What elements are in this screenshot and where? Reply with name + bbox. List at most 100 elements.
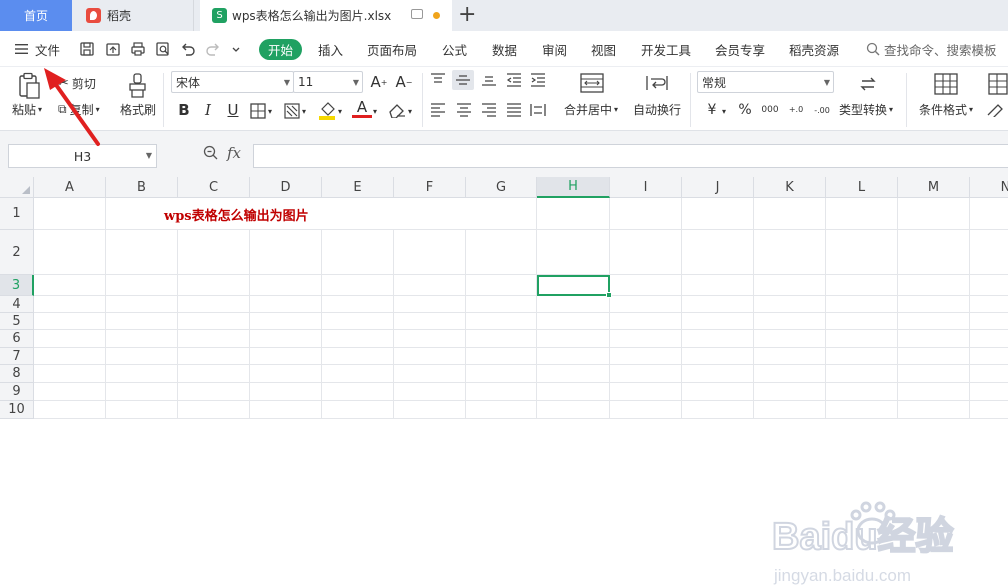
font-decrease-icon[interactable]: A − [394, 72, 414, 92]
cell-b5[interactable] [106, 313, 178, 330]
row-header-3[interactable]: 3 [0, 275, 34, 296]
cell-j3[interactable] [682, 275, 754, 296]
underline-icon[interactable]: U [223, 100, 243, 120]
column-header-k[interactable]: K [754, 177, 826, 198]
cell-d2[interactable] [250, 230, 322, 275]
cell-a2[interactable] [34, 230, 106, 275]
cell-j9[interactable] [682, 383, 754, 401]
cell-n4[interactable] [970, 296, 1008, 313]
cell-c9[interactable] [178, 383, 250, 401]
cell-k8[interactable] [754, 365, 826, 383]
cell-f10[interactable] [394, 401, 466, 419]
cell-e3[interactable] [322, 275, 394, 296]
tab-document[interactable]: S wps表格怎么输出为图片.xlsx [200, 0, 452, 31]
cell-j8[interactable] [682, 365, 754, 383]
indent-increase-icon[interactable] [530, 73, 546, 87]
tab-home[interactable]: 首页 [0, 0, 72, 31]
cell-h9[interactable] [537, 383, 610, 401]
cell-a1[interactable] [34, 198, 106, 230]
cell-b10[interactable] [106, 401, 178, 419]
cell-l7[interactable] [826, 348, 898, 365]
align-right-icon[interactable] [481, 103, 497, 117]
tab-start[interactable]: 开始 [259, 39, 302, 60]
cell-c5[interactable] [178, 313, 250, 330]
cell-k10[interactable] [754, 401, 826, 419]
cell-d9[interactable] [250, 383, 322, 401]
justify-icon[interactable] [506, 103, 522, 117]
cell-n9[interactable] [970, 383, 1008, 401]
cell-j1[interactable] [682, 198, 754, 230]
cell-b7[interactable] [106, 348, 178, 365]
cell-g10[interactable] [466, 401, 537, 419]
cell-f8[interactable] [394, 365, 466, 383]
cell-n2[interactable] [970, 230, 1008, 275]
cell-g6[interactable] [466, 330, 537, 348]
tab-developer[interactable]: 开发工具 [641, 31, 691, 67]
cell-n1[interactable] [970, 198, 1008, 230]
tab-daoke-resources[interactable]: 稻壳资源 [789, 31, 839, 67]
auto-wrap-icon[interactable] [645, 73, 669, 93]
copy-button[interactable]: ⧉ 复制 ▾ [58, 101, 100, 118]
cell-i7[interactable] [610, 348, 682, 365]
cell-l8[interactable] [826, 365, 898, 383]
column-header-j[interactable]: J [682, 177, 754, 198]
font-increase-icon[interactable]: A + [369, 72, 389, 92]
chevron-down-icon[interactable]: ▾ [338, 107, 342, 116]
cell-m5[interactable] [898, 313, 970, 330]
cell-h1[interactable] [537, 198, 610, 230]
cell-l4[interactable] [826, 296, 898, 313]
cell-b8[interactable] [106, 365, 178, 383]
cell-l6[interactable] [826, 330, 898, 348]
add-tab-icon[interactable]: + [458, 3, 476, 27]
zoom-search-icon[interactable] [203, 145, 219, 161]
column-header-e[interactable]: E [322, 177, 394, 198]
redo-icon[interactable] [205, 41, 221, 57]
tab-daoke[interactable]: 稻壳 [72, 0, 194, 31]
font-size-select[interactable]: 11 ▼ [293, 71, 363, 93]
cell-f3[interactable] [394, 275, 466, 296]
cell-m2[interactable] [898, 230, 970, 275]
cell-d5[interactable] [250, 313, 322, 330]
cell-a10[interactable] [34, 401, 106, 419]
cell-l9[interactable] [826, 383, 898, 401]
cell-f6[interactable] [394, 330, 466, 348]
command-search[interactable]: 查找命令、搜索模板 [866, 31, 997, 67]
chevron-down-icon[interactable]: ▾ [722, 107, 726, 116]
cell-i3[interactable] [610, 275, 682, 296]
cell-h8[interactable] [537, 365, 610, 383]
cell-g4[interactable] [466, 296, 537, 313]
monitor-icon[interactable] [411, 9, 423, 19]
cell-i10[interactable] [610, 401, 682, 419]
cell-h10[interactable] [537, 401, 610, 419]
cell-g2[interactable] [466, 230, 537, 275]
conditional-format-button[interactable]: 条件格式 ▾ [919, 101, 973, 118]
cell-k3[interactable] [754, 275, 826, 296]
paste-button[interactable]: 粘贴 ▾ [12, 101, 42, 118]
row-header-1[interactable]: 1 [0, 198, 34, 230]
cell-e10[interactable] [322, 401, 394, 419]
number-format-select[interactable]: 常规 ▼ [697, 71, 834, 93]
cell-n8[interactable] [970, 365, 1008, 383]
cell-b4[interactable] [106, 296, 178, 313]
column-header-c[interactable]: C [178, 177, 250, 198]
row-header-4[interactable]: 4 [0, 296, 34, 313]
undo-icon[interactable] [180, 41, 196, 57]
tab-insert[interactable]: 插入 [318, 31, 343, 67]
cell-b6[interactable] [106, 330, 178, 348]
cell-n7[interactable] [970, 348, 1008, 365]
cell-a9[interactable] [34, 383, 106, 401]
cell-h5[interactable] [537, 313, 610, 330]
file-menu[interactable]: 文件 [14, 31, 60, 67]
cell-d8[interactable] [250, 365, 322, 383]
row-header-2[interactable]: 2 [0, 230, 34, 275]
tab-data[interactable]: 数据 [492, 31, 517, 67]
cell-c8[interactable] [178, 365, 250, 383]
chevron-down-icon[interactable]: ▾ [268, 107, 272, 116]
cell-m3[interactable] [898, 275, 970, 296]
cell-l3[interactable] [826, 275, 898, 296]
cell-l10[interactable] [826, 401, 898, 419]
cell-e6[interactable] [322, 330, 394, 348]
cell-e5[interactable] [322, 313, 394, 330]
row-header-5[interactable]: 5 [0, 313, 34, 330]
table-style-icon[interactable] [988, 73, 1008, 95]
